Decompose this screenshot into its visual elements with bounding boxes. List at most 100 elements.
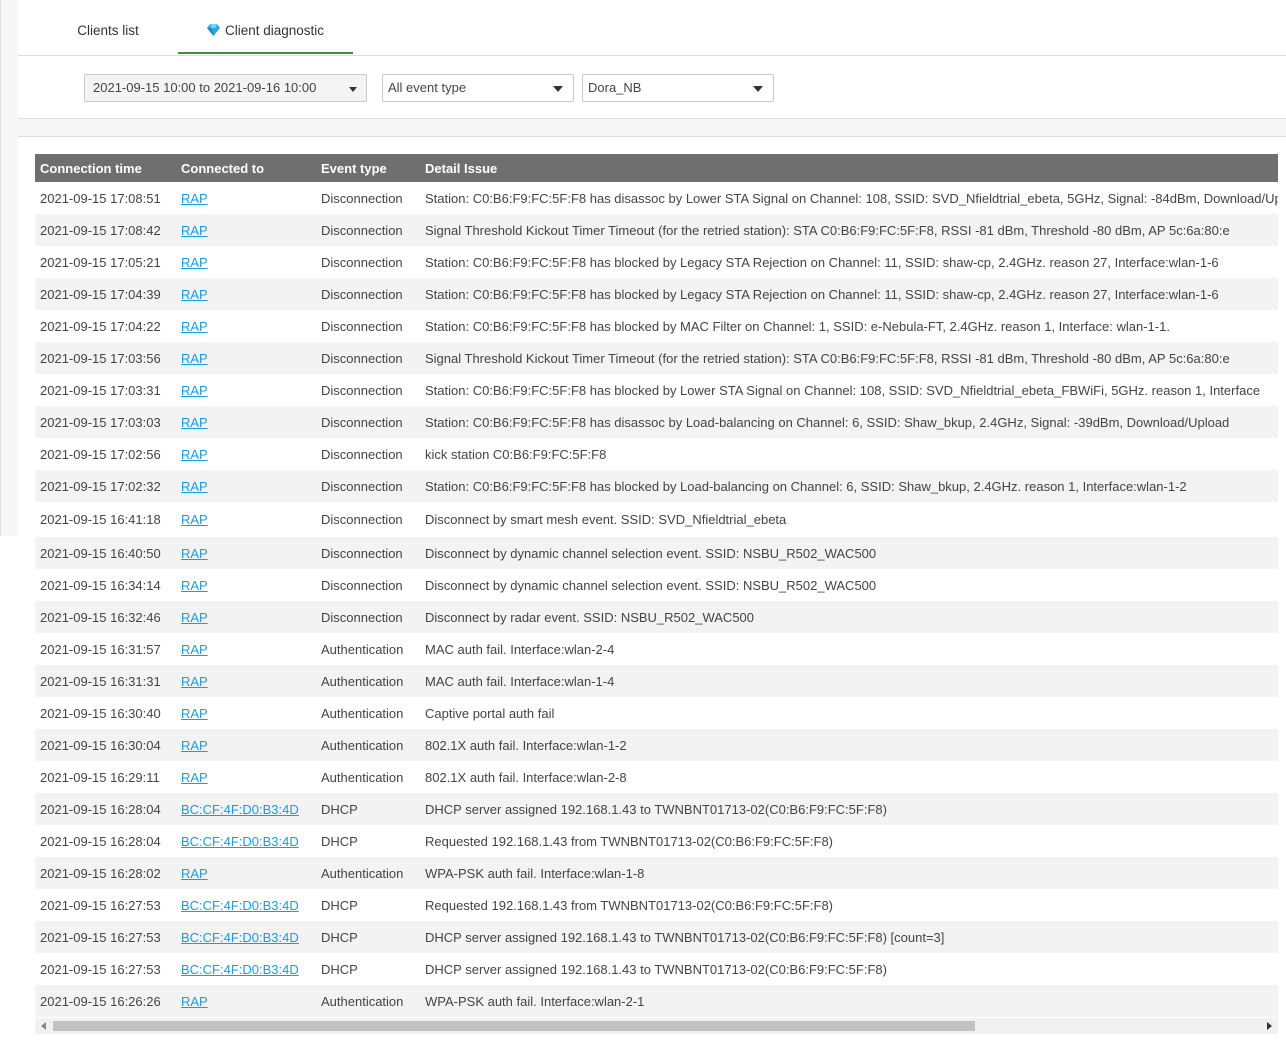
connected-to-link[interactable]: RAP: [181, 866, 208, 881]
connected-to-link[interactable]: BC:CF:4F:D0:B3:4D: [181, 898, 299, 913]
cell-event-type: Disconnection: [316, 310, 420, 342]
tab-clients-list[interactable]: Clients list: [48, 0, 168, 54]
connected-to-link[interactable]: RAP: [181, 383, 208, 398]
connected-to-link[interactable]: RAP: [181, 319, 208, 334]
event-table-viewport: Connection time Connected to Event type …: [35, 154, 1278, 1022]
table-row: 2021-09-15 16:29:11 RAP Authentication 802.…: [35, 761, 1278, 793]
cell-connection-time: 2021-09-15 16:34:14: [35, 569, 176, 601]
cell-detail-issue: Disconnect by dynamic channel selection …: [420, 569, 1278, 601]
cell-detail-issue: Disconnect by radar event. SSID: NSBU_R5…: [420, 601, 1278, 633]
cell-event-type: Disconnection: [316, 406, 420, 438]
cell-connection-time-text: 2021-09-15 16:28:04: [40, 801, 161, 817]
connected-to-link[interactable]: RAP: [181, 610, 208, 625]
event-type-value: All event type: [388, 80, 467, 95]
horizontal-scrollbar[interactable]: [35, 1018, 1278, 1034]
cell-connection-time-text: 2021-09-15 17:04:39: [40, 286, 161, 302]
client-select[interactable]: Dora_NB: [582, 74, 774, 102]
connected-to-link[interactable]: RAP: [181, 994, 208, 1009]
connected-to-link[interactable]: RAP: [181, 546, 208, 561]
connected-to-link[interactable]: RAP: [181, 738, 208, 753]
column-header-connection-time[interactable]: Connection time: [35, 154, 176, 182]
cell-connected-to: BC:CF:4F:D0:B3:4D: [176, 889, 316, 921]
cell-event-type: DHCP: [316, 793, 420, 825]
cell-detail-issue-text: Disconnect by dynamic channel selection …: [425, 577, 877, 593]
cell-connected-to: RAP: [176, 537, 316, 569]
cell-event-type: Disconnection: [316, 246, 420, 278]
connected-to-link[interactable]: RAP: [181, 770, 208, 785]
cell-event-type-text: DHCP: [321, 929, 358, 945]
table-row: 2021-09-15 17:03:03 RAP Disconnection Stati…: [35, 406, 1278, 438]
cell-event-type: Authentication: [316, 761, 420, 793]
table-row: 2021-09-15 16:34:14 RAP Disconnection Disco…: [35, 569, 1278, 601]
table-row: 2021-09-15 17:08:42 RAP Disconnection Signa…: [35, 214, 1278, 246]
connected-to-link[interactable]: RAP: [181, 479, 208, 494]
cell-connection-time-text: 2021-09-15 17:04:22: [40, 318, 161, 334]
cell-connection-time: 2021-09-15 16:31:57: [35, 633, 176, 665]
cell-event-type-text: DHCP: [321, 801, 358, 817]
cell-detail-issue: DHCP server assigned 192.168.1.43 to TWN…: [420, 921, 1278, 953]
cell-event-type-text: Authentication: [321, 865, 404, 881]
connected-to-link[interactable]: RAP: [181, 512, 208, 527]
cell-connection-time: 2021-09-15 16:30:40: [35, 697, 176, 729]
cell-event-type-text: DHCP: [321, 897, 358, 913]
cell-event-type: Disconnection: [316, 278, 420, 310]
cell-detail-issue-text: Requested 192.168.1.43 from TWNBNT01713-…: [425, 833, 834, 849]
connected-to-link[interactable]: RAP: [181, 674, 208, 689]
column-header-detail-issue[interactable]: Detail Issue: [420, 154, 1278, 182]
scroll-left-arrow-icon[interactable]: [41, 1022, 46, 1030]
table-row: 2021-09-15 16:27:53 BC:CF:4F:D0:B3:4D DHCP…: [35, 889, 1278, 921]
connected-to-link[interactable]: BC:CF:4F:D0:B3:4D: [181, 930, 299, 945]
cell-detail-issue-text: 802.1X auth fail. Interface:wlan-1-2: [425, 737, 627, 753]
cell-connection-time-text: 2021-09-15 16:30:40: [40, 705, 161, 721]
connected-to-link[interactable]: RAP: [181, 351, 208, 366]
scroll-right-arrow-icon[interactable]: [1267, 1022, 1272, 1030]
event-table-panel: Connection time Connected to Event type …: [18, 136, 1286, 1035]
connected-to-link[interactable]: RAP: [181, 447, 208, 462]
cell-event-type-text: Disconnection: [321, 382, 403, 398]
column-header-event-type[interactable]: Event type: [316, 154, 420, 182]
table-row: 2021-09-15 17:05:21 RAP Disconnection Stati…: [35, 246, 1278, 278]
connected-to-link[interactable]: BC:CF:4F:D0:B3:4D: [181, 962, 299, 977]
cell-event-type: DHCP: [316, 889, 420, 921]
cell-event-type-text: Disconnection: [321, 545, 403, 561]
tab-clients-list-label: Clients list: [77, 23, 139, 38]
cell-detail-issue-text: Captive portal auth fail: [425, 705, 555, 721]
cell-event-type-text: Disconnection: [321, 512, 403, 527]
table-row: 2021-09-15 16:26:26 RAP Authentication WPA-…: [35, 985, 1278, 1017]
table-row: 2021-09-15 16:30:04 RAP Authentication 802.…: [35, 729, 1278, 761]
diamond-icon: [206, 1, 220, 63]
event-type-select[interactable]: All event type: [382, 74, 574, 102]
cell-detail-issue-text: Disconnect by smart mesh event. SSID: SV…: [425, 512, 787, 527]
table-header-row: Connection time Connected to Event type …: [35, 154, 1278, 182]
cell-detail-issue: Signal Threshold Kickout Timer Timeout (…: [420, 214, 1278, 246]
connected-to-link[interactable]: BC:CF:4F:D0:B3:4D: [181, 834, 299, 849]
cell-detail-issue: Requested 192.168.1.43 from TWNBNT01713-…: [420, 825, 1278, 857]
connected-to-link[interactable]: RAP: [181, 578, 208, 593]
cell-event-type: Disconnection: [316, 374, 420, 406]
cell-event-type: DHCP: [316, 921, 420, 953]
cell-connection-time: 2021-09-15 17:02:32: [35, 470, 176, 502]
cell-detail-issue: Station: C0:B6:F9:FC:5F:F8 has blocked b…: [420, 278, 1278, 310]
table-row: 2021-09-15 16:41:18 RAP Disconnection Disco…: [35, 502, 1278, 537]
connected-to-link[interactable]: RAP: [181, 255, 208, 270]
cell-detail-issue-text: WPA-PSK auth fail. Interface:wlan-1-8: [425, 865, 645, 881]
cell-detail-issue-text: Station: C0:B6:F9:FC:5F:F8 has disassoc …: [425, 190, 1278, 206]
cell-detail-issue: MAC auth fail. Interface:wlan-1-4: [420, 665, 1278, 697]
connected-to-link[interactable]: RAP: [181, 191, 208, 206]
table-row: 2021-09-15 16:31:31 RAP Authentication MAC …: [35, 665, 1278, 697]
connected-to-link[interactable]: RAP: [181, 415, 208, 430]
connected-to-link[interactable]: BC:CF:4F:D0:B3:4D: [181, 802, 299, 817]
connected-to-link[interactable]: RAP: [181, 706, 208, 721]
cell-detail-issue: Station: C0:B6:F9:FC:5F:F8 has disassoc …: [420, 406, 1278, 438]
scrollbar-thumb[interactable]: [53, 1021, 975, 1031]
tab-client-diagnostic[interactable]: Client diagnostic: [178, 0, 353, 54]
connected-to-link[interactable]: RAP: [181, 287, 208, 302]
cell-detail-issue: Station: C0:B6:F9:FC:5F:F8 has blocked b…: [420, 310, 1278, 342]
date-range-select[interactable]: 2021-09-15 10:00 to 2021-09-16 10:00: [84, 74, 367, 102]
cell-event-type-text: DHCP: [321, 961, 358, 977]
cell-connection-time-text: 2021-09-15 16:41:18: [40, 512, 161, 527]
column-header-connected-to[interactable]: Connected to: [176, 154, 316, 182]
cell-event-type-text: Disconnection: [321, 190, 403, 206]
connected-to-link[interactable]: RAP: [181, 642, 208, 657]
connected-to-link[interactable]: RAP: [181, 223, 208, 238]
